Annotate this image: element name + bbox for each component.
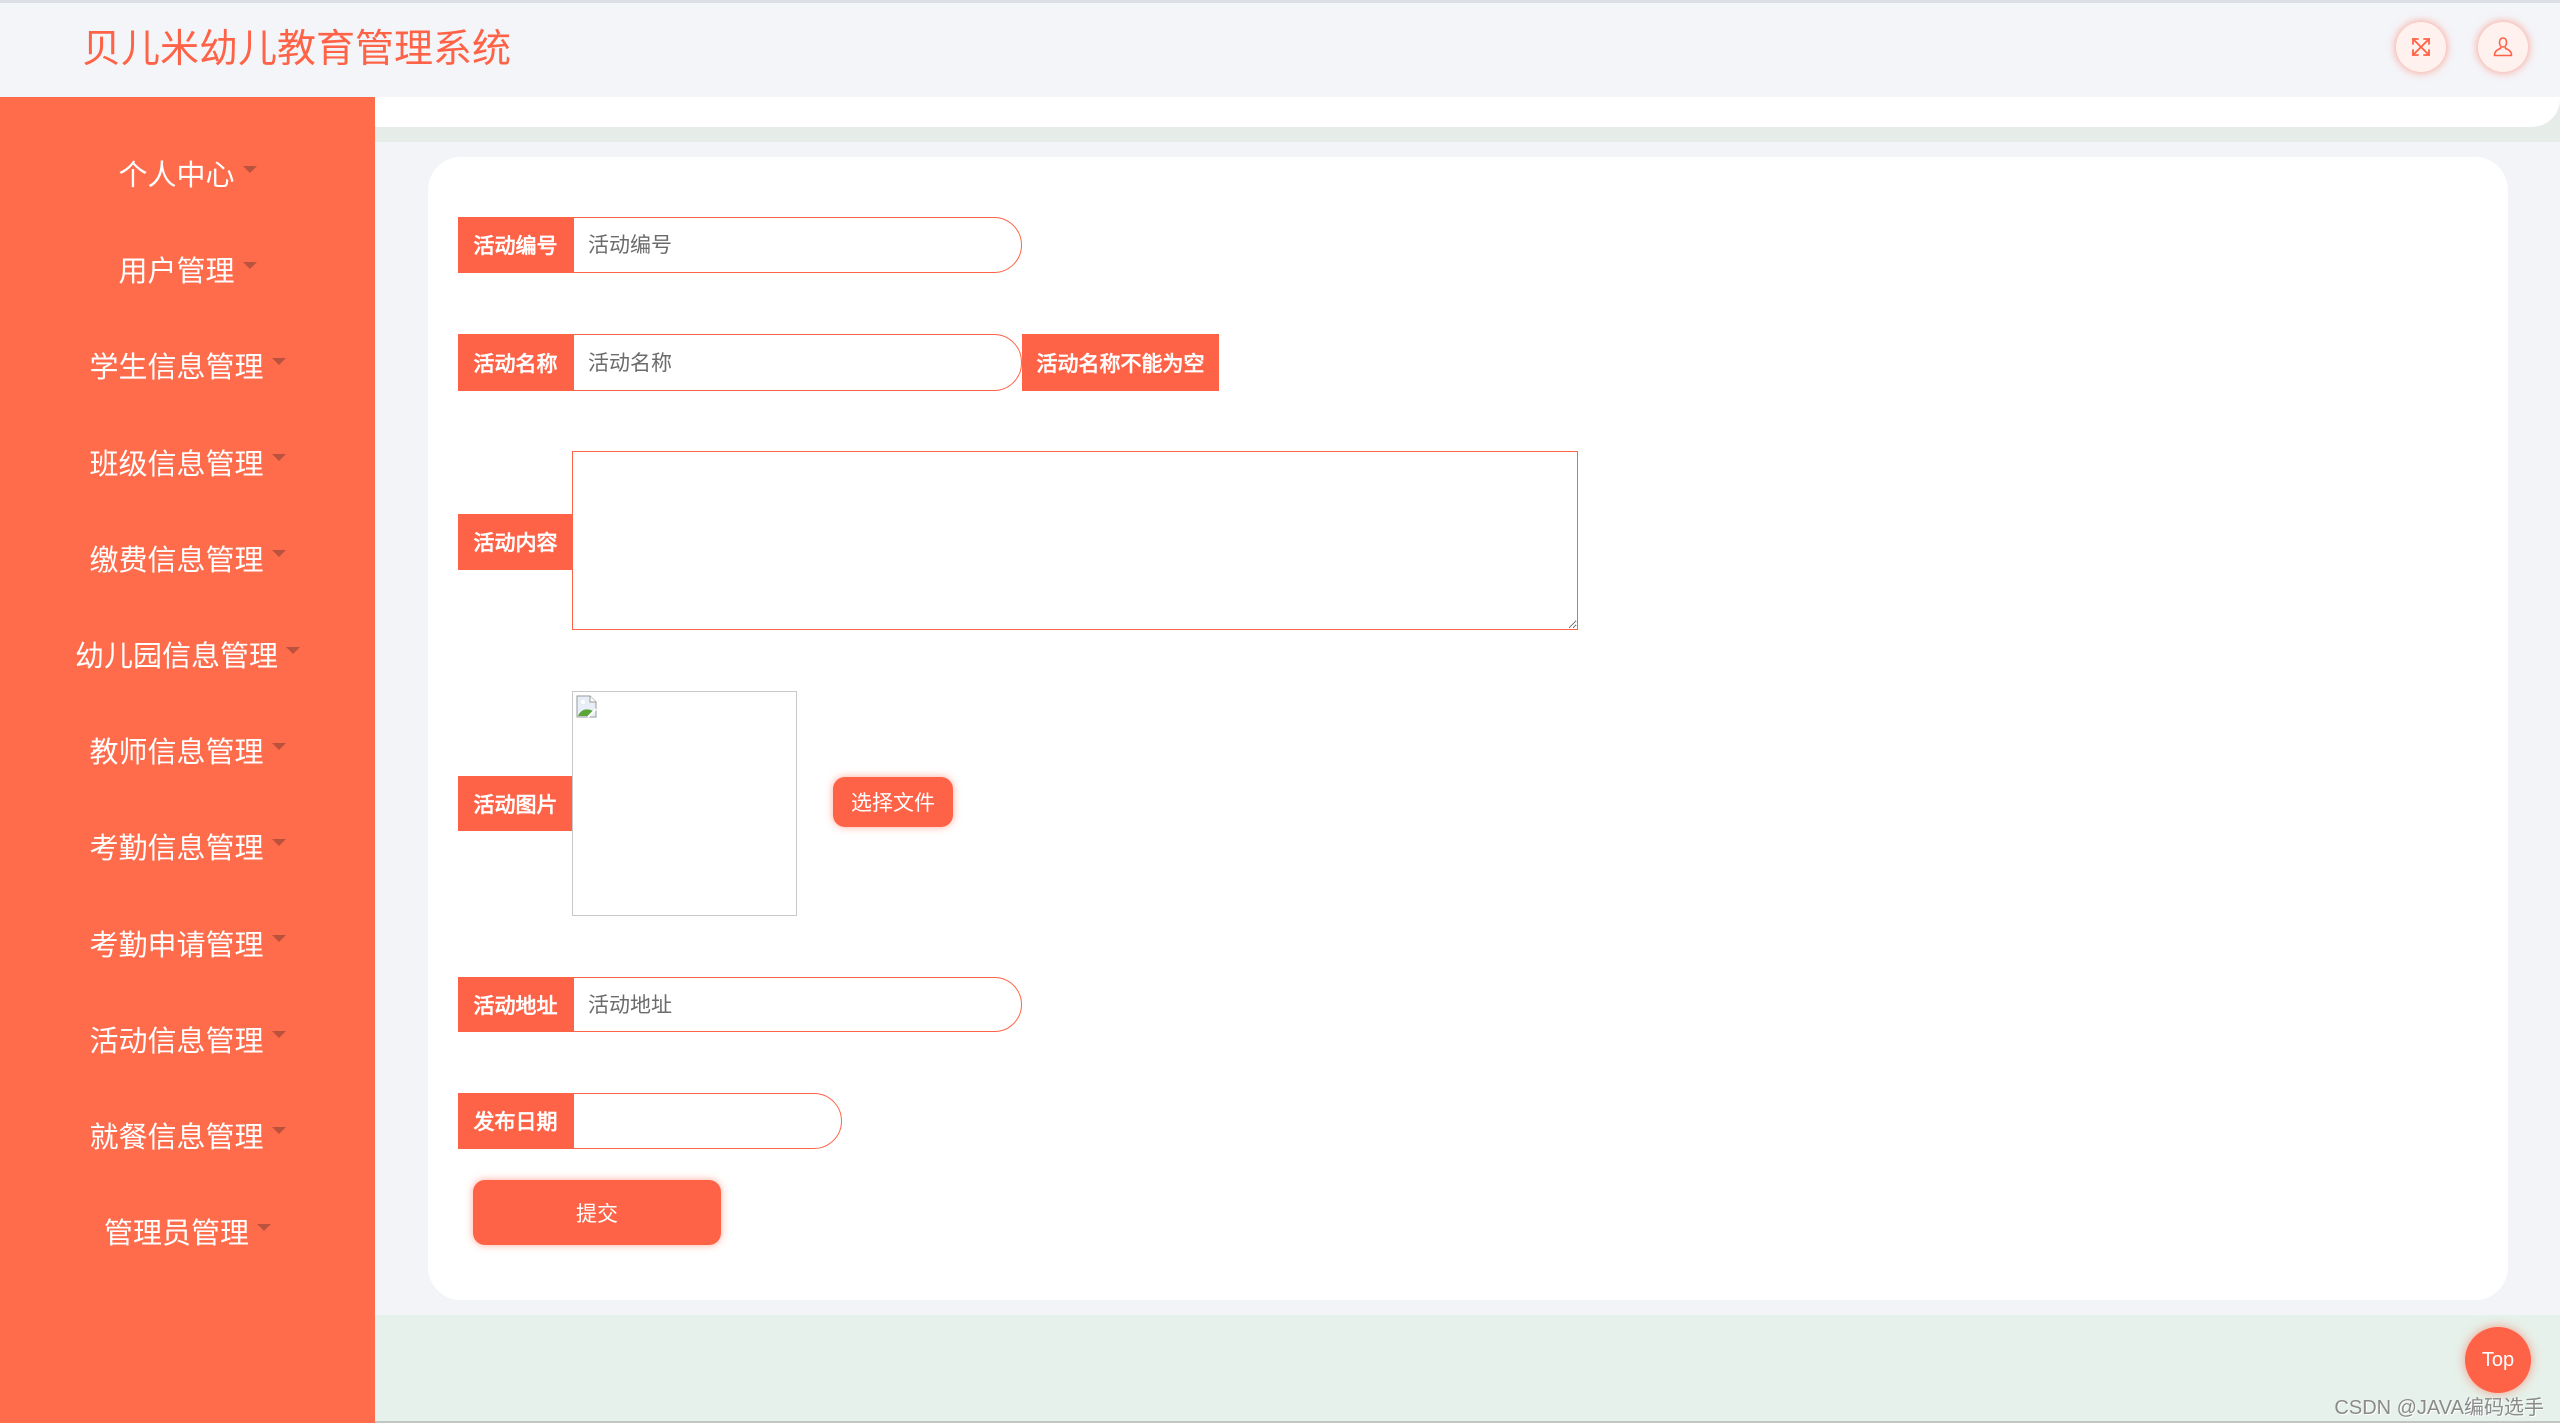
sidebar-item-attendance-info[interactable]: 考勤信息管理 (0, 798, 375, 894)
sidebar-item-attendance-request[interactable]: 考勤申请管理 (0, 895, 375, 991)
activity-image-preview (572, 691, 797, 916)
caret-down-icon (271, 742, 286, 750)
choose-file-button[interactable]: 选择文件 (833, 777, 953, 827)
activity-no-label: 活动编号 (458, 217, 573, 273)
sidebar-item-label: 缴费信息管理 (89, 542, 264, 577)
activity-no-input[interactable] (573, 217, 1022, 273)
activity-content-label: 活动内容 (458, 514, 573, 570)
back-to-top-button[interactable]: Top (2465, 1327, 2531, 1393)
activity-name-error: 活动名称不能为空 (1022, 334, 1219, 391)
user-profile-button[interactable] (2478, 22, 2528, 72)
activity-address-input[interactable] (573, 977, 1022, 1032)
fullscreen-button[interactable] (2396, 22, 2446, 72)
top-strip (375, 97, 2560, 127)
sidebar-item-label: 幼儿园信息管理 (74, 639, 278, 674)
sidebar-item-label: 就餐信息管理 (89, 1119, 264, 1154)
sidebar-item-class-info[interactable]: 班级信息管理 (0, 414, 375, 510)
caret-down-icon (271, 935, 286, 943)
sidebar-item-label: 个人中心 (118, 158, 235, 193)
activity-name-label: 活动名称 (458, 334, 573, 391)
sidebar-item-user-management[interactable]: 用户管理 (0, 221, 375, 317)
submit-button[interactable]: 提交 (473, 1180, 721, 1245)
broken-image-icon (576, 695, 597, 718)
watermark: CSDN @JAVA编码选手 (2334, 1397, 2544, 1419)
expand-arrows-icon (2412, 38, 2430, 56)
caret-down-icon (242, 165, 257, 173)
sidebar-item-activity-info[interactable]: 活动信息管理 (0, 991, 375, 1087)
publish-date-label: 发布日期 (458, 1093, 573, 1149)
sidebar-item-teacher-info[interactable]: 教师信息管理 (0, 702, 375, 798)
caret-down-icon (271, 454, 286, 462)
caret-down-icon (271, 1031, 286, 1039)
sidebar-item-payment-info[interactable]: 缴费信息管理 (0, 510, 375, 606)
activity-address-label: 活动地址 (458, 977, 573, 1032)
activity-content-textarea[interactable] (572, 451, 1578, 630)
sidebar-item-label: 教师信息管理 (89, 735, 264, 770)
caret-down-icon (271, 550, 286, 558)
caret-down-icon (242, 261, 257, 269)
sidebar-item-meal-info[interactable]: 就餐信息管理 (0, 1087, 375, 1183)
caret-down-icon (271, 357, 286, 365)
caret-down-icon (271, 1127, 286, 1135)
sidebar-item-kindergarten-info[interactable]: 幼儿园信息管理 (0, 606, 375, 702)
activity-name-input[interactable] (573, 334, 1022, 391)
app-title: 贝儿米幼儿教育管理系统 (82, 27, 512, 72)
sidebar-item-label: 用户管理 (118, 254, 235, 289)
sidebar: 个人中心 用户管理 学生信息管理 班级信息管理 缴费信息管理 幼儿园信息管理 教… (0, 97, 375, 1423)
sidebar-item-admin-management[interactable]: 管理员管理 (0, 1183, 375, 1279)
activity-image-label: 活动图片 (458, 776, 573, 831)
caret-down-icon (286, 646, 300, 654)
sidebar-item-label: 考勤信息管理 (89, 831, 264, 866)
sidebar-item-label: 管理员管理 (103, 1216, 249, 1251)
sidebar-item-label: 学生信息管理 (89, 350, 264, 385)
sidebar-item-personal-center[interactable]: 个人中心 (0, 125, 375, 221)
user-icon (2493, 37, 2513, 57)
footer-band (375, 1315, 2560, 1423)
publish-date-input[interactable] (573, 1093, 842, 1149)
caret-down-icon (257, 1223, 271, 1231)
sidebar-item-label: 考勤申请管理 (89, 927, 264, 962)
sidebar-item-label: 活动信息管理 (89, 1023, 264, 1058)
caret-down-icon (271, 838, 286, 846)
sidebar-item-label: 班级信息管理 (89, 446, 264, 481)
sidebar-item-student-info[interactable]: 学生信息管理 (0, 317, 375, 413)
